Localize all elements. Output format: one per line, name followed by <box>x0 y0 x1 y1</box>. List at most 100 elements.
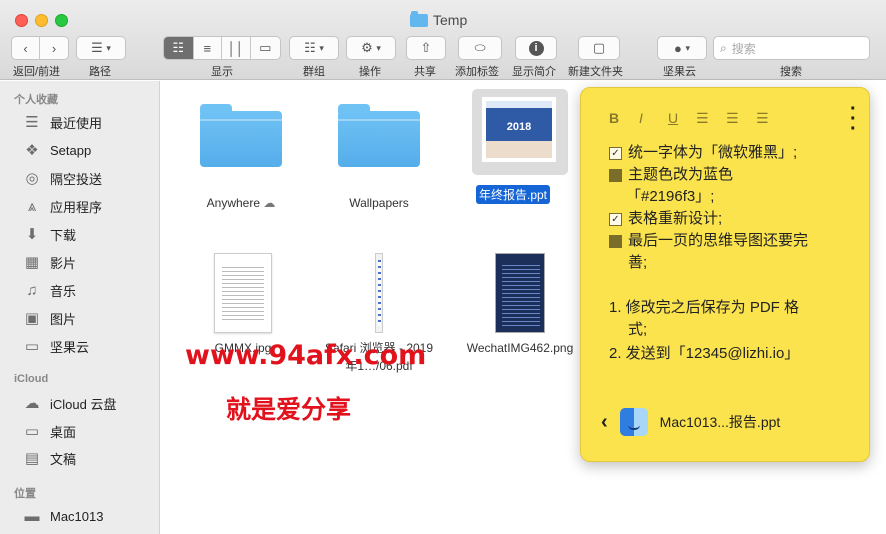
icon-view-button[interactable]: ☷ <box>164 37 194 59</box>
note-attachment[interactable]: ‹ Mac1013...报告.ppt <box>601 408 780 436</box>
sidebar-item-desktop[interactable]: ▭ 桌面 <box>22 420 76 442</box>
folder-icon <box>410 10 428 27</box>
chevron-left-icon: ‹ <box>23 40 28 56</box>
sidebar-item-label: 坚果云 <box>50 339 90 355</box>
search-icon: ⌕ <box>720 40 727 55</box>
numbered-list-icon[interactable]: ☰ <box>726 110 739 127</box>
checkbox-checked-icon[interactable]: ✓ <box>609 147 622 160</box>
sidebar-item-documents[interactable]: ▤ 文稿 <box>22 447 76 469</box>
file-item-wallpapers[interactable]: Wallpapers <box>319 99 439 212</box>
search-label: 搜索 <box>780 66 802 78</box>
list-icon: ≡ <box>203 40 212 56</box>
file-item-anywhere[interactable]: Anywhere ☁ <box>181 99 301 212</box>
checkbox-checked-icon[interactable]: ✓ <box>609 213 622 226</box>
note-continuation: 式; <box>628 319 647 341</box>
file-item-annual-report[interactable]: 2018 <box>481 96 557 163</box>
chevron-down-icon: ▾ <box>685 42 690 53</box>
add-tags-label: 添加标签 <box>455 66 499 78</box>
sidebar-item-applications[interactable]: ⩓ 应用程序 <box>22 195 102 217</box>
locations-header: 位置 <box>14 488 36 500</box>
recents-icon: ☰ <box>25 114 39 131</box>
add-tags-button[interactable]: ⬭ <box>458 36 502 60</box>
back-button[interactable]: ‹ <box>12 37 41 59</box>
file-name: Wallpapers <box>349 196 409 210</box>
bullet-list-icon[interactable]: ☰ <box>696 110 709 127</box>
pdf-thumbnail <box>375 253 383 333</box>
forward-button[interactable]: › <box>40 37 68 59</box>
note-text: 1. 修改完之后保存为 PDF 格 <box>609 299 800 316</box>
path-icon: ☰ <box>91 40 103 55</box>
applications-icon: ⩓ <box>27 197 37 215</box>
sidebar-item-movies[interactable]: ▦ 影片 <box>22 251 76 273</box>
new-folder-label: 新建文件夹 <box>568 66 623 78</box>
search-placeholder: 搜索 <box>731 41 756 56</box>
action-button[interactable]: ⚙ ▾ <box>346 36 396 60</box>
checkbox-unchecked-icon[interactable] <box>609 169 622 182</box>
sidebar-item-label: Setapp <box>50 142 92 158</box>
share-label: 共享 <box>414 66 436 78</box>
window-toolbar: Temp ‹ › 返回/前进 ☰ ▾ 路径 ☷ ≡ ││ ▭ 显示 ☷ ▾ 群组… <box>0 0 886 80</box>
more-options-icon[interactable]: · · · <box>850 99 857 139</box>
sidebar-item-icloud-drive[interactable]: ☁ iCloud 云盘 <box>22 392 117 414</box>
sticky-note[interactable]: B I U ☰ ☰ ☰ · · · ✓ 统一字体为「微软雅黑」; 主题色改为蓝色 「… <box>580 87 870 462</box>
share-button[interactable]: ⇧ <box>406 36 446 60</box>
italic-button[interactable]: I <box>639 110 643 126</box>
note-check-item: ✓ 表格重新设计; <box>609 208 722 230</box>
sidebar-item-airdrop[interactable]: ◎ 隔空投送 <box>22 167 102 189</box>
image-thumbnail <box>495 253 545 333</box>
share-icon: ⇧ <box>420 40 432 55</box>
zoom-window-button[interactable] <box>55 14 68 27</box>
folder-icon: ▭ <box>24 338 40 355</box>
note-continuation: 「#2196f3」; <box>626 186 714 208</box>
note-text: 表格重新设计; <box>628 210 723 227</box>
movies-icon: ▦ <box>24 254 40 271</box>
attachment-name: Mac1013...报告.ppt <box>659 414 781 430</box>
gallery-view-button[interactable]: ▭ <box>251 37 280 59</box>
gear-icon: ⚙ <box>361 40 373 55</box>
folder-icon <box>200 104 282 167</box>
file-name-selected[interactable]: 年终报告.ppt <box>476 185 551 204</box>
sidebar-item-music[interactable]: ♫ 音乐 <box>22 279 76 301</box>
downloads-icon: ⬇ <box>25 226 39 243</box>
column-view-button[interactable]: ││ <box>222 37 251 59</box>
path-button[interactable]: ☰ ▾ <box>76 36 126 60</box>
note-text: 2. 发送到「12345@lizhi.io」 <box>609 345 800 362</box>
info-icon: i <box>528 40 544 56</box>
chevron-right-icon: › <box>51 40 57 56</box>
sidebar-item-pictures[interactable]: ▣ 图片 <box>22 307 76 329</box>
sidebar-item-label: 下载 <box>50 227 77 243</box>
file-name: WechatIMG462.png <box>466 341 574 355</box>
watermark-slogan: 就是爱分享 <box>226 395 352 424</box>
sidebar-item-label: 应用程序 <box>50 199 103 215</box>
sidebar-item-mac1013[interactable]: ▬ Mac1013 <box>22 505 104 527</box>
sidebar-item-label: 影片 <box>50 255 77 271</box>
favorites-header: 个人收藏 <box>14 94 58 106</box>
action-label: 操作 <box>359 66 381 78</box>
search-field[interactable]: ⌕ 搜索 <box>713 36 870 60</box>
group-icon: ☷ <box>304 40 316 55</box>
grid-icon: ☷ <box>172 40 185 55</box>
get-info-button[interactable]: i <box>515 36 557 60</box>
new-folder-icon: ▢ <box>592 40 606 55</box>
sidebar-item-setapp[interactable]: ❖ Setapp <box>22 139 91 161</box>
checkbox-unchecked-icon[interactable] <box>609 235 622 248</box>
note-numbered-item: 1. 修改完之后保存为 PDF 格 <box>609 297 799 319</box>
cloud-icon: ☁ <box>24 395 40 412</box>
close-window-button[interactable] <box>15 14 28 27</box>
nutcloud-button[interactable]: ● ▾ <box>657 36 707 60</box>
chevron-left-icon[interactable]: ‹ <box>601 411 608 434</box>
minimize-window-button[interactable] <box>35 14 48 27</box>
file-item-wechat-image[interactable]: WechatIMG462.png <box>460 253 580 357</box>
sidebar-item-recents[interactable]: ☰ 最近使用 <box>22 111 102 133</box>
sidebar-item-downloads[interactable]: ⬇ 下载 <box>22 223 76 245</box>
underline-button[interactable]: U <box>668 110 678 126</box>
get-info-label: 显示简介 <box>512 66 556 78</box>
group-button[interactable]: ☷ ▾ <box>289 36 339 60</box>
new-folder-button[interactable]: ▢ <box>578 36 620 60</box>
list-view-button[interactable]: ≡ <box>194 37 223 59</box>
bold-button[interactable]: B <box>609 110 619 126</box>
sidebar-item-nutcloud[interactable]: ▭ 坚果云 <box>22 335 89 357</box>
chevron-down-icon: ▾ <box>376 42 381 53</box>
desktop-icon: ▭ <box>24 423 40 440</box>
checklist-icon[interactable]: ☰ <box>756 110 769 127</box>
